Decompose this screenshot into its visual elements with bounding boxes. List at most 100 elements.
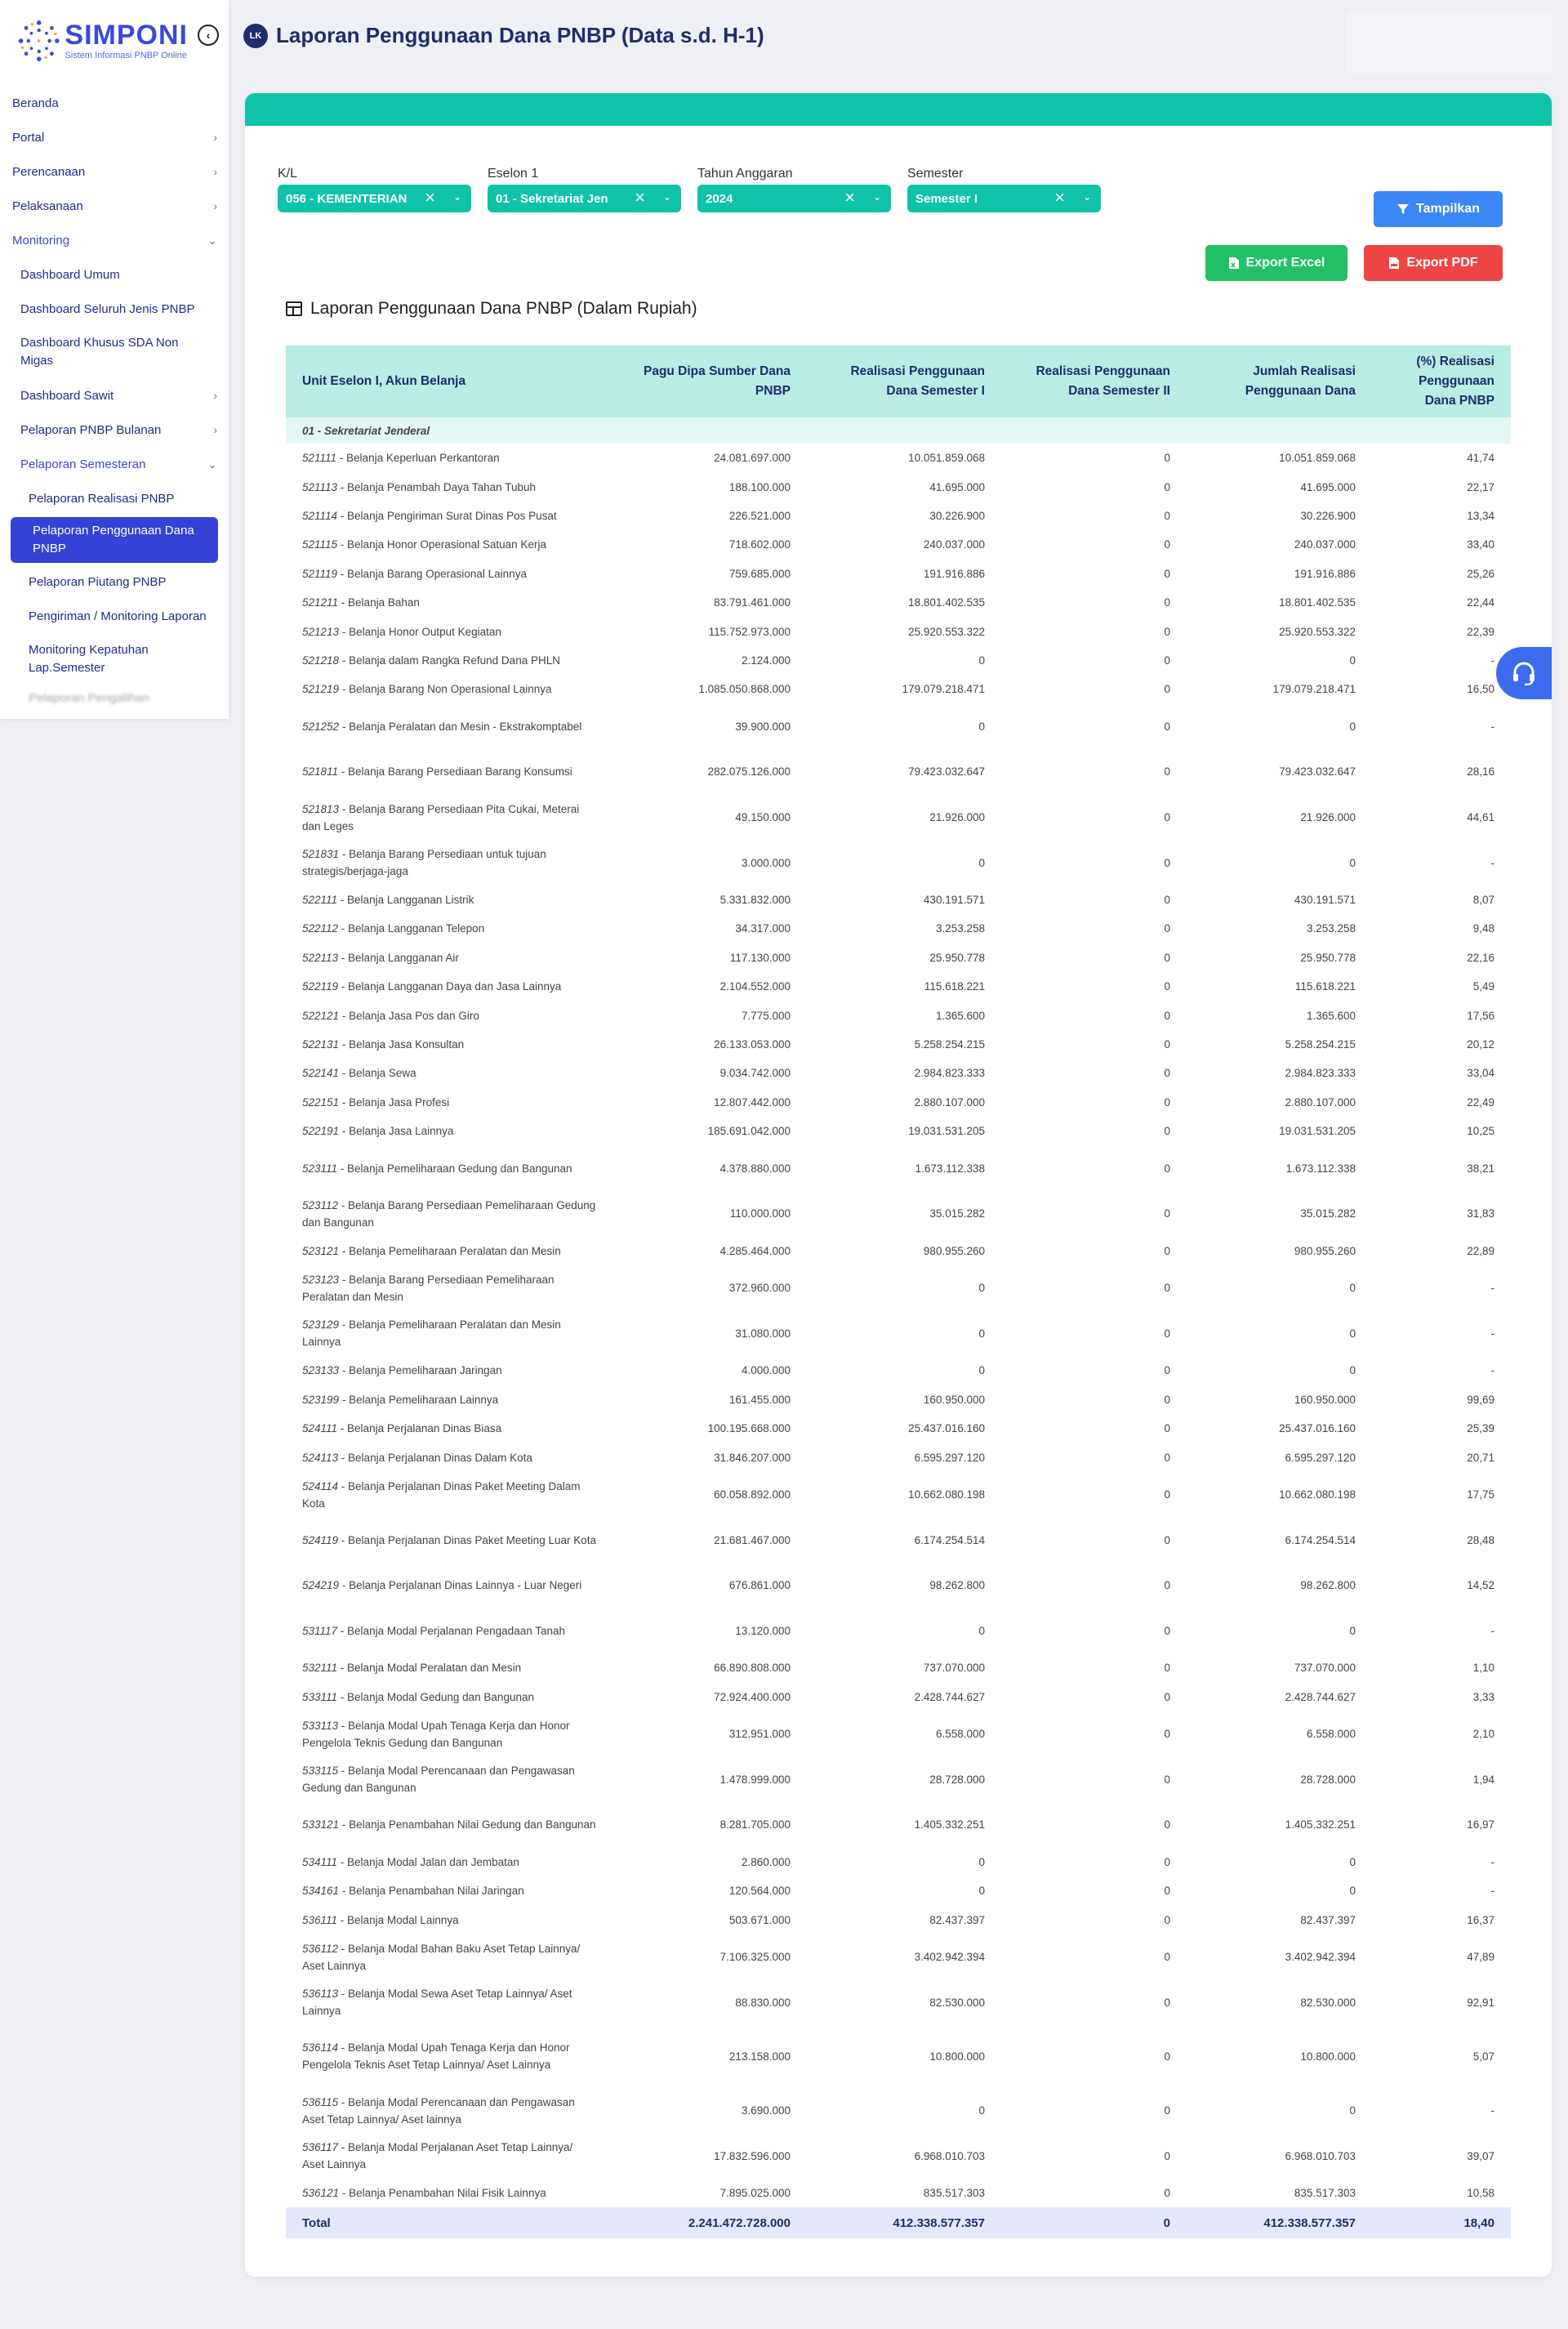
account-cell: 523121 - Belanja Pemeliharaan Peralatan … <box>286 1237 612 1265</box>
sidebar-item-portal[interactable]: Portal › <box>0 120 229 154</box>
sidebar-item-penggunaan-dana[interactable]: Pelaporan Penggunaan Dana PNBP <box>11 517 218 563</box>
semester1-cell: 30.226.900 <box>929 509 985 522</box>
pagu-cell: 2.860.000 <box>741 1855 791 1868</box>
filter-tahun-label: Tahun Anggaran <box>697 167 793 181</box>
sidebar-item-dashboard-umum[interactable]: Dashboard Umum <box>0 257 229 292</box>
semester1-cell: 1.405.332.251 <box>914 1818 985 1832</box>
semester2-cell: 0 <box>1164 2050 1170 2063</box>
jumlah-cell: 835.517.303 <box>1294 2187 1356 2200</box>
filter-semester: Semester Semester I × ⌄ <box>907 167 1101 212</box>
tahun-select[interactable]: 2024 × ⌄ <box>697 185 891 212</box>
table-row: 536111 - Belanja Modal Lainnya 503.671.00… <box>286 1905 1511 1934</box>
percent-cell: 99,69 <box>1467 1393 1494 1406</box>
clear-icon[interactable]: × <box>1054 187 1065 208</box>
pagu-cell: 31.080.000 <box>735 1327 791 1340</box>
jumlah-cell: 25.920.553.322 <box>1279 625 1356 638</box>
account-cell: 522119 - Belanja Langganan Daya dan Jasa… <box>286 972 612 1001</box>
semester2-cell: 0 <box>1164 596 1170 609</box>
pagu-cell: 161.455.000 <box>728 1393 791 1406</box>
collapse-sidebar-button[interactable]: ‹ <box>198 25 219 46</box>
sidebar-item-beranda[interactable]: Beranda <box>0 86 229 120</box>
account-code: 523121 <box>302 1244 340 1257</box>
percent-cell: 22,17 <box>1467 480 1494 493</box>
eselon-select[interactable]: 01 - Sekretariat Jen × ⌄ <box>488 185 681 212</box>
sidebar-item-label: Pelaporan Semesteran <box>20 457 146 471</box>
percent-cell: 5,49 <box>1472 980 1494 993</box>
column-header[interactable]: Unit Eselon I, Akun Belanja <box>286 346 612 417</box>
separator: - <box>337 1913 348 1926</box>
separator: - <box>337 1855 348 1868</box>
sidebar-item-pengalihan[interactable]: Pelaporan Pengalihan <box>0 685 229 710</box>
sidebar-item-perencanaan[interactable]: Perencanaan › <box>0 154 229 189</box>
semester-select[interactable]: Semester I × ⌄ <box>907 185 1101 212</box>
sidebar-item-piutang[interactable]: Pelaporan Piutang PNBP <box>0 564 229 599</box>
sidebar-item-pnbp-bulanan[interactable]: Pelaporan PNBP Bulanan › <box>0 413 229 447</box>
column-header[interactable]: Pagu Dipa Sumber Dana PNBP <box>612 346 807 417</box>
sidebar-item-dashboard-seluruh[interactable]: Dashboard Seluruh Jenis PNBP <box>0 292 229 326</box>
account-cell: 536113 - Belanja Modal Sewa Aset Tetap L… <box>286 1979 612 2025</box>
kl-select[interactable]: 056 - KEMENTERIAN × ⌄ <box>278 185 471 212</box>
sidebar-item-dashboard-sda[interactable]: Dashboard Khusus SDA Non Migas <box>0 326 229 378</box>
help-button[interactable] <box>1496 647 1552 699</box>
table-row: 522119 - Belanja Langganan Daya dan Jasa… <box>286 972 1511 1001</box>
account-code: 521114 <box>302 509 338 522</box>
table-row: 521211 - Belanja Bahan 83.791.461.000 18.8… <box>286 588 1511 617</box>
account-name: Belanja Langganan Daya dan Jasa Lainnya <box>348 980 562 993</box>
column-header[interactable]: Realisasi Penggunaan Dana Semester I <box>807 346 1001 417</box>
percent-cell: 92,91 <box>1467 1996 1494 2009</box>
account-name: Belanja Perjalanan Dinas Biasa <box>347 1422 502 1435</box>
sidebar-item-kepatuhan[interactable]: Monitoring Kepatuhan Lap.Semester <box>0 633 229 685</box>
column-header[interactable]: Jumlah Realisasi Penggunaan Dana <box>1187 346 1372 417</box>
jumlah-cell: 3.253.258 <box>1306 922 1356 935</box>
sidebar-item-pelaksanaan[interactable]: Pelaksanaan › <box>0 189 229 223</box>
sidebar-item-label: Pelaporan Realisasi PNBP <box>29 491 175 506</box>
percent-cell: 22,49 <box>1467 1095 1494 1109</box>
account-name: Belanja Langganan Air <box>348 951 459 964</box>
table-row: 521811 - Belanja Barang Persediaan Baran… <box>286 749 1511 795</box>
sidebar-item-realisasi[interactable]: Pelaporan Realisasi PNBP <box>0 481 229 515</box>
export-pdf-button[interactable]: Export PDF <box>1364 245 1503 281</box>
table-row: 521111 - Belanja Keperluan Perkantoran 24… <box>286 444 1511 472</box>
simponi-logo[interactable]: SIMPONI Sistem Informasi PNBP Online <box>16 16 188 65</box>
sidebar-item-monitoring[interactable]: Monitoring ⌄ <box>0 223 229 257</box>
column-header[interactable]: (%) Realisasi Penggunaan Dana PNBP <box>1372 346 1511 417</box>
user-menu-area[interactable] <box>1346 11 1552 74</box>
semester2-cell: 0 <box>1164 1422 1170 1435</box>
chevron-down-icon: ⌄ <box>662 191 671 203</box>
jumlah-cell: 179.079.218.471 <box>1272 683 1356 696</box>
account-code: 521218 <box>302 654 340 667</box>
table-row: 533115 - Belanja Modal Perencanaan dan P… <box>286 1756 1511 1802</box>
account-code: 522113 <box>302 951 339 964</box>
account-name: Belanja Peralatan dan Mesin - Ekstrakomp… <box>349 720 582 733</box>
semester2-cell: 0 <box>1164 1533 1170 1546</box>
export-excel-button[interactable]: Export Excel <box>1205 245 1348 281</box>
account-cell: 521213 - Belanja Honor Output Kegiatan <box>286 617 612 645</box>
semester2-cell: 0 <box>1164 1488 1170 1501</box>
semester1-cell: 2.984.823.333 <box>914 1067 985 1080</box>
table-row: 536121 - Belanja Penambahan Nilai Fisik … <box>286 2179 1511 2207</box>
pagu-cell: 1.478.999.000 <box>719 1773 791 1786</box>
table-row: 522151 - Belanja Jasa Profesi 12.807.442.… <box>286 1088 1511 1117</box>
percent-cell: 28,48 <box>1467 1533 1494 1546</box>
jumlah-cell: 0 <box>1349 1855 1356 1868</box>
account-cell: 531117 - Belanja Modal Perjalanan Pengad… <box>286 1608 612 1654</box>
show-button[interactable]: Tampilkan <box>1374 191 1503 227</box>
account-cell: 521211 - Belanja Bahan <box>286 588 612 617</box>
clear-icon[interactable]: × <box>635 187 645 208</box>
column-header[interactable]: Realisasi Penggunaan Dana Semester II <box>1001 346 1187 417</box>
sidebar-item-pengiriman[interactable]: Pengiriman / Monitoring Laporan <box>0 599 229 633</box>
clear-icon[interactable]: × <box>425 187 435 208</box>
pagu-cell: 185.691.042.000 <box>707 1125 791 1138</box>
sidebar-item-dashboard-sawit[interactable]: Dashboard Sawit › <box>0 378 229 413</box>
pagu-cell: 676.861.000 <box>728 1579 791 1592</box>
semester1-cell: 10.051.859.068 <box>908 452 985 465</box>
table-row: 523121 - Belanja Pemeliharaan Peralatan … <box>286 1237 1511 1265</box>
semester2-cell: 0 <box>1164 1327 1170 1340</box>
account-name: Belanja Modal Perjalanan Pengadaan Tanah <box>347 1624 566 1637</box>
clear-icon[interactable]: × <box>844 187 855 208</box>
account-cell: 521115 - Belanja Honor Operasional Satua… <box>286 530 612 559</box>
semester1-cell: 0 <box>978 720 985 733</box>
sidebar-item-semesteran[interactable]: Pelaporan Semesteran ⌄ <box>0 447 229 481</box>
pagu-cell: 17.832.596.000 <box>714 2149 791 2162</box>
account-cell: 521811 - Belanja Barang Persediaan Baran… <box>286 749 612 795</box>
